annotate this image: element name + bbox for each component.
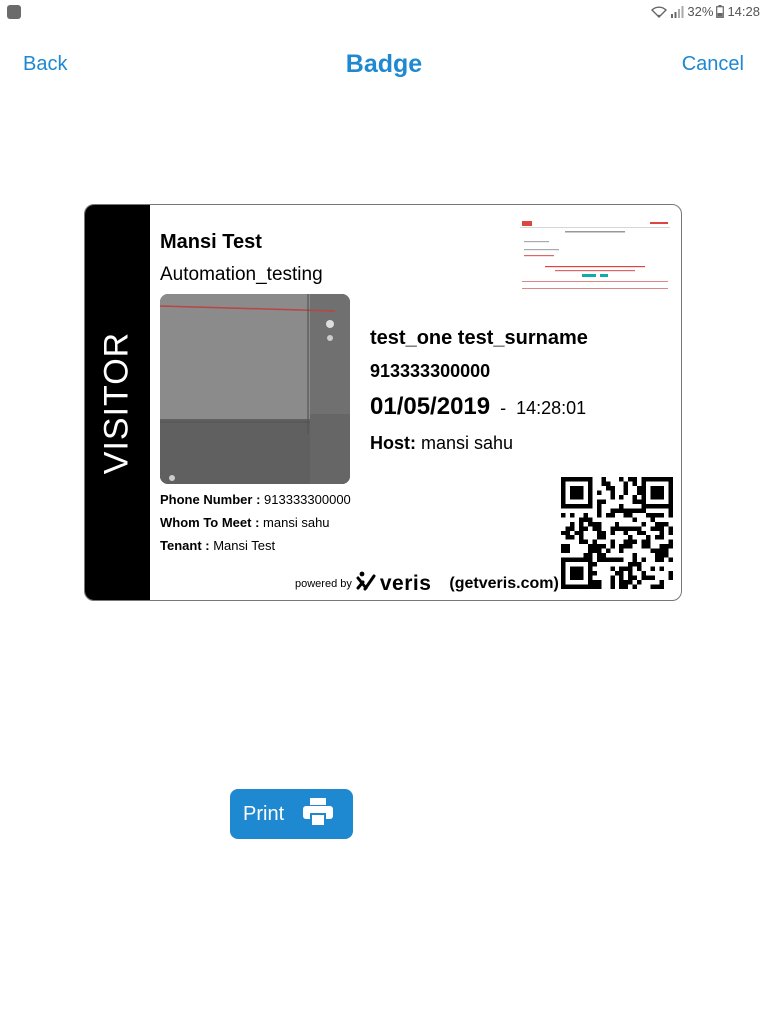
whom-to-meet-row: Whom To Meet : mansi sahu [160,515,330,530]
page-title: Badge [345,50,423,78]
tenant-value: Mansi Test [213,538,276,553]
phone-number-label: Phone Number : [160,492,261,507]
app-notification-icon [7,5,21,19]
visitor-phone: 913333300000 [370,361,491,381]
battery-icon [716,5,725,18]
visitor-badge: VISITOR Mansi Test Automation_testing te… [84,204,682,601]
qr-code [561,477,673,589]
print-button[interactable]: Print [230,789,353,839]
host-label: Host: [370,433,416,453]
tenant-label: Tenant : [160,538,210,553]
visitor-strip: VISITOR [85,205,150,600]
clock: 14:28 [727,4,760,19]
date-time-separator: - [500,398,507,418]
host-line: Host: mansi sahu [370,433,513,454]
whom-to-meet-value: mansi sahu [263,515,330,530]
visitor-name: test_one test_surname [370,327,588,349]
battery-percent: 32% [687,4,714,19]
powered-by-text: powered by [295,577,352,590]
tenant-department: Automation_testing [160,264,323,285]
cancel-button[interactable]: Cancel [682,53,744,76]
signal-icon [670,5,684,18]
wifi-icon [651,5,668,18]
powered-by-footer: powered by veris (getveris.com) [295,571,559,596]
status-indicators: 32% 14:28 [651,4,760,19]
visitor-photo [160,294,350,484]
veris-logo-icon [356,571,376,596]
host-name: mansi sahu [421,433,514,453]
visit-datetime: 01/05/2019 - 14:28:01 [370,393,586,421]
visit-time: 14:28:01 [516,398,587,418]
nav-bar: Back Badge Cancel [0,40,768,90]
whom-to-meet-label: Whom To Meet : [160,515,260,530]
tenant-name: Mansi Test [160,231,262,253]
print-label: Print [243,802,285,825]
status-bar: 32% 14:28 [0,0,768,24]
visit-date: 01/05/2019 [370,393,491,420]
veris-brand-name: veris [379,571,432,595]
tenant-row: Tenant : Mansi Test [160,538,275,553]
printer-icon [302,797,334,832]
brand-website: (getveris.com) [449,574,559,592]
document-thumbnail [520,219,670,295]
visitor-label: VISITOR [97,331,136,475]
phone-number-value: 913333300000 [264,492,351,507]
phone-number-row: Phone Number : 913333300000 [160,492,351,507]
